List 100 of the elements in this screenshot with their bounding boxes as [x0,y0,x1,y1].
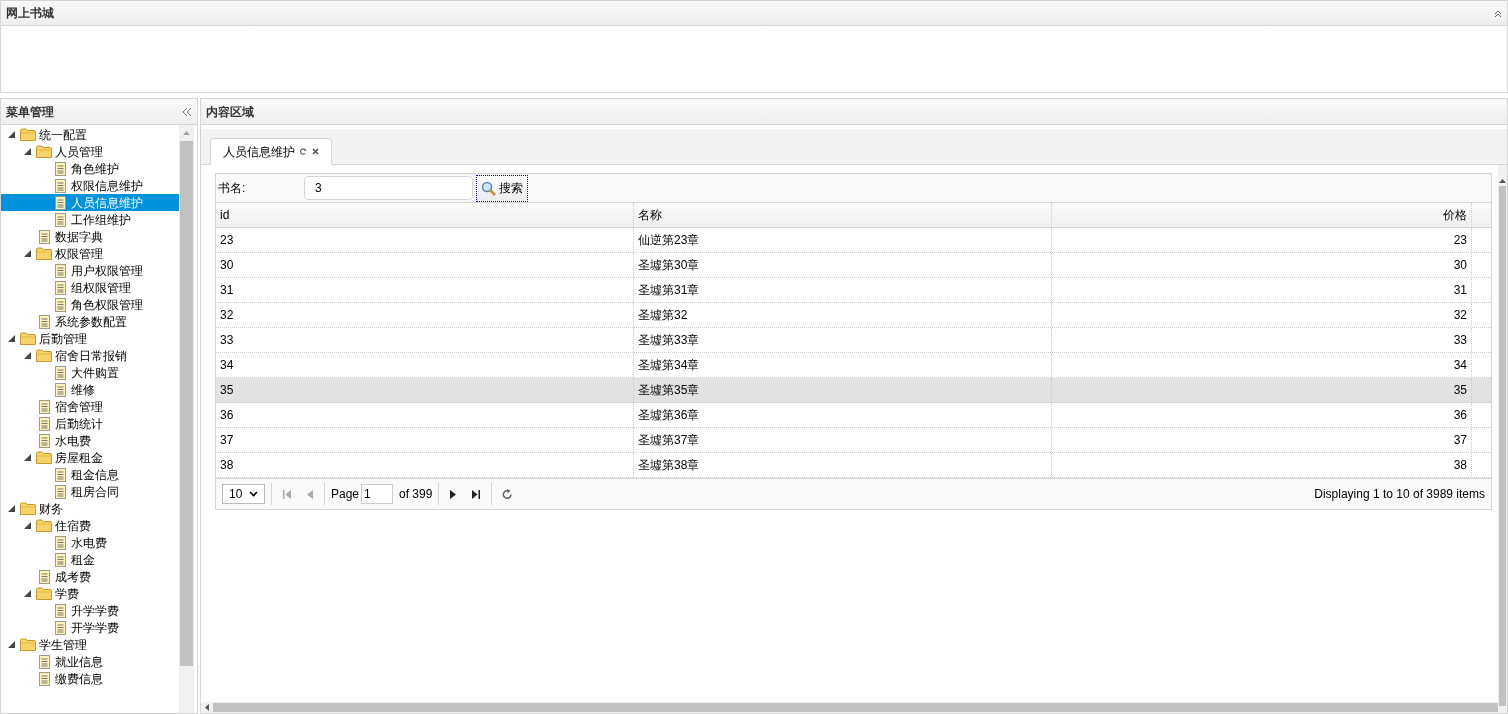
table-row[interactable]: 32 圣墟第32 32 [216,303,1491,328]
table-cell: 35 [216,378,634,402]
tree-item[interactable]: 系统参数配置 [1,313,179,330]
table-cell: 35 [1052,378,1472,402]
tree-item[interactable]: 房屋租金 [1,449,179,466]
search-field[interactable]: 3 [304,176,473,200]
refresh-icon[interactable] [502,488,514,500]
expanded-arrow-icon[interactable] [7,505,15,512]
scrollbar[interactable] [179,125,194,713]
tree-item[interactable]: 数据字典 [1,228,179,245]
table-row[interactable]: 36 圣墟第36章 36 [216,403,1491,428]
table-row[interactable]: 30 圣墟第30章 30 [216,253,1491,278]
page-count: of 399 [399,486,433,503]
tree-item[interactable]: 宿舍管理 [1,398,179,415]
tree-item[interactable]: 权限管理 [1,245,179,262]
expanded-arrow-icon[interactable] [23,590,31,597]
last-page-icon[interactable] [472,489,481,499]
page-number-field[interactable]: 1 [361,484,394,504]
expanded-arrow-icon[interactable] [7,131,15,138]
tree-item[interactable]: 工作组维护 [1,211,179,228]
table-cell: 32 [216,303,634,327]
tree-item[interactable]: 维修 [1,381,179,398]
tree-item[interactable]: 人员管理 [1,143,179,160]
tree-item[interactable]: 权限信息维护 [1,177,179,194]
table-cell: 34 [1052,353,1472,377]
folder-icon [36,349,52,362]
tab-label[interactable]: 人员信息维护 [223,142,295,161]
table-cell: 圣墟第32 [634,303,1052,327]
tree-item[interactable]: 角色维护 [1,160,179,177]
tree-item[interactable]: 学费 [1,585,179,602]
expanded-arrow-icon[interactable] [7,641,15,648]
expanded-arrow-icon[interactable] [23,250,31,257]
expanded-arrow-icon[interactable] [23,148,31,155]
refresh-icon[interactable] [300,148,307,155]
document-icon [38,569,50,584]
table-row[interactable]: 35 圣墟第35章 35 [216,378,1491,403]
table-cell: 30 [1052,253,1472,277]
page-size-select[interactable]: 10 [222,484,265,504]
tree-item[interactable]: 大件购置 [1,364,179,381]
tree-item[interactable]: 财务 [1,500,179,517]
table-cell: 圣墟第37章 [634,428,1052,452]
tree-item[interactable]: 租房合同 [1,483,179,500]
expanded-arrow-icon[interactable] [23,522,31,529]
tree-item[interactable]: 水电费 [1,432,179,449]
collapse-icon[interactable] [1494,8,1502,18]
document-icon [54,178,66,193]
tree-item[interactable]: 用户权限管理 [1,262,179,279]
tree-item[interactable]: 学生管理 [1,636,179,653]
search-button[interactable]: 搜索 [476,174,528,202]
document-icon [54,365,66,380]
folder-icon [20,332,36,345]
document-icon [54,467,66,482]
tree-item[interactable]: 角色权限管理 [1,296,179,313]
document-icon [54,212,66,227]
document-icon [54,603,66,618]
tree-item[interactable]: 宿舍日常报销 [1,347,179,364]
folder-icon [36,451,52,464]
expanded-arrow-icon[interactable] [7,335,15,342]
table-cell: 圣墟第34章 [634,353,1052,377]
table-cell: 36 [216,403,634,427]
tree-item[interactable]: 组权限管理 [1,279,179,296]
column-header[interactable]: id [216,203,634,227]
tree-item[interactable]: 升学学费 [1,602,179,619]
folder-icon [36,587,52,600]
tree-item[interactable]: 缴费信息 [1,670,179,687]
expanded-arrow-icon[interactable] [23,352,31,359]
table-row[interactable]: 38 圣墟第38章 38 [216,453,1491,478]
table-row[interactable]: 23 仙逆第23章 23 [216,228,1491,253]
table-row[interactable]: 34 圣墟第34章 34 [216,353,1491,378]
table-cell: 圣墟第38章 [634,453,1052,477]
column-header[interactable]: 名称 [634,203,1052,227]
table-row[interactable]: 37 圣墟第37章 37 [216,428,1491,453]
table-row[interactable]: 33 圣墟第33章 33 [216,328,1491,353]
folder-icon [36,519,52,532]
tree-item[interactable]: 住宿费 [1,517,179,534]
tree-item[interactable]: 就业信息 [1,653,179,670]
tree-item[interactable]: 租金信息 [1,466,179,483]
tree-item[interactable]: 后勤管理 [1,330,179,347]
table-cell: 33 [216,328,634,352]
vertical-scrollbar[interactable] [1498,165,1507,713]
tree-item[interactable]: 成考费 [1,568,179,585]
expanded-arrow-icon[interactable] [23,454,31,461]
folder-icon [36,247,52,260]
next-page-icon[interactable] [450,489,457,499]
tree-item[interactable]: 后勤统计 [1,415,179,432]
column-header[interactable]: 价格 [1052,203,1472,227]
tree-item[interactable]: 租金 [1,551,179,568]
tree-item[interactable]: 统一配置 [1,126,179,143]
tree-item[interactable]: 开学学费 [1,619,179,636]
table-cell: 23 [1052,228,1472,252]
table-cell: 38 [1052,453,1472,477]
scroll-left-icon[interactable] [205,704,209,711]
scroll-up-icon[interactable] [1499,179,1506,183]
table-cell: 38 [216,453,634,477]
close-icon[interactable] [312,148,319,155]
collapse-left-icon[interactable] [182,106,192,117]
tree-item[interactable]: 水电费 [1,534,179,551]
horizontal-scrollbar[interactable] [201,702,1498,713]
table-row[interactable]: 31 圣墟第31章 31 [216,278,1491,303]
tab[interactable]: 人员信息维护 [210,138,332,165]
